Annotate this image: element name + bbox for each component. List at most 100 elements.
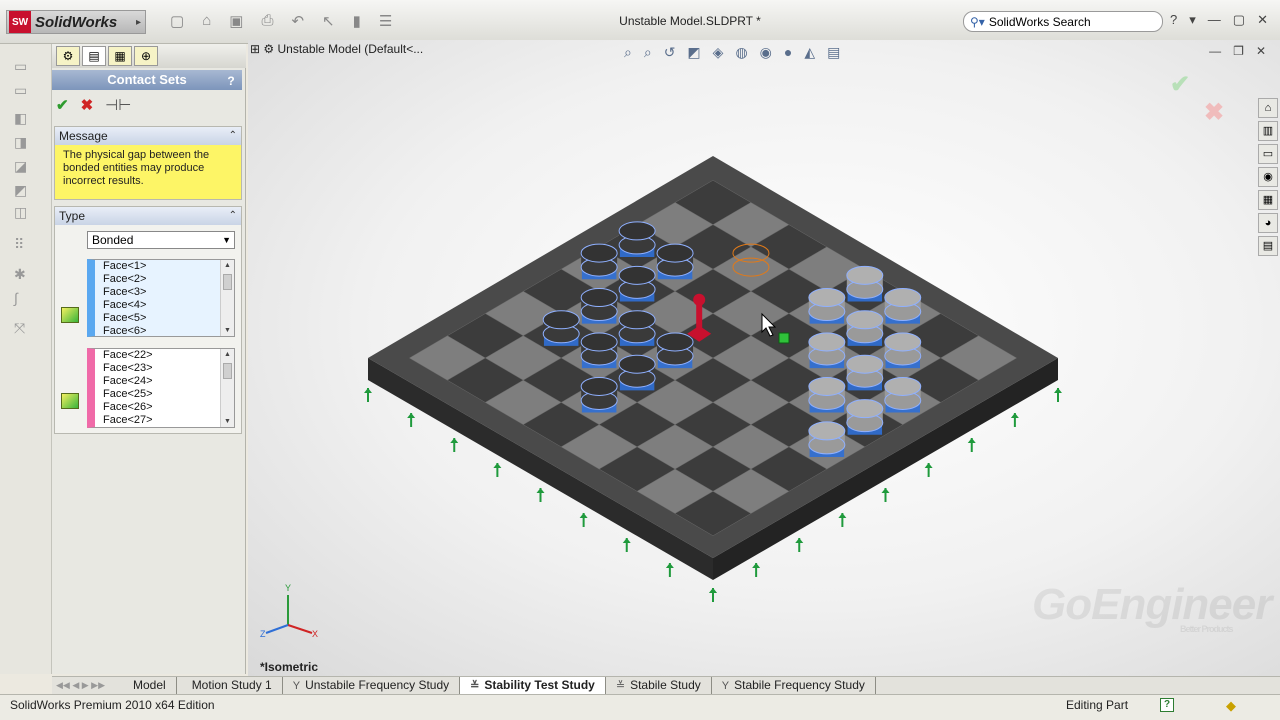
confirmation-ok-icon[interactable]: ✔ <box>1170 70 1190 99</box>
dimxpert-manager-tab[interactable]: ⊕ <box>134 46 158 66</box>
collapse-icon[interactable]: ⌃ <box>229 127 237 145</box>
solidworks-menu-button[interactable]: SW SolidWorks ▸ <box>6 10 146 34</box>
new-document-icon[interactable]: ▢ <box>170 12 184 30</box>
tab-scroll-arrows[interactable]: ◀◀ ◀ ▶ ▶▶ <box>52 677 118 694</box>
tab-stabile-frequency-study[interactable]: Y Stabile Frequency Study <box>712 677 876 694</box>
tab-label: Stabile Study <box>630 678 701 692</box>
section-view-icon[interactable]: ◩ <box>687 44 700 61</box>
tab-stabile-study[interactable]: ≚ Stabile Study <box>606 677 712 694</box>
ok-button[interactable]: ✔ <box>56 96 69 114</box>
list-item[interactable]: Face<22> <box>95 349 234 362</box>
zoom-to-fit-icon[interactable]: ⌕ <box>624 44 632 61</box>
configuration-manager-tab[interactable]: ▦ <box>108 46 132 66</box>
sketch-tool-icon[interactable]: ▭ <box>14 58 40 78</box>
list-item[interactable]: Face<3> <box>95 286 234 299</box>
feature-manager-tab[interactable]: ⚙ <box>56 46 80 66</box>
save-icon[interactable]: ▣ <box>229 12 243 30</box>
custom-properties-icon[interactable]: ▤ <box>1258 236 1278 256</box>
message-group-header[interactable]: Message ⌃ <box>55 127 241 145</box>
previous-view-icon[interactable]: ↺ <box>664 44 676 61</box>
contact-type-select[interactable]: Bonded ▼ <box>87 231 235 249</box>
type-group-header[interactable]: Type ⌃ <box>55 207 241 225</box>
list-scrollbar[interactable]: ▲ ▼ <box>220 349 234 427</box>
open-document-icon[interactable]: ⌂ <box>202 12 211 30</box>
scroll-thumb[interactable] <box>223 363 232 379</box>
checker-piece-top <box>808 332 846 352</box>
list-item[interactable]: Face<23> <box>95 362 234 375</box>
set1-faces-list[interactable]: Face<1> Face<2> Face<3> Face<4> Face<5> … <box>87 259 235 337</box>
quick-tips-icon[interactable]: ? <box>1160 698 1174 712</box>
list-item[interactable]: Face<24> <box>95 375 234 388</box>
fillet-icon[interactable]: ◪ <box>14 158 40 178</box>
zoom-to-area-icon[interactable]: ⌕ <box>644 44 652 61</box>
reference-geometry-icon[interactable]: ✱ <box>14 266 40 286</box>
file-explorer-icon[interactable]: ▭ <box>1258 144 1278 164</box>
watermark-subtext: Better Products <box>1180 624 1234 634</box>
flyout-feature-tree[interactable]: ⊞ ⚙ Unstable Model (Default<... <box>250 42 423 56</box>
select-icon[interactable]: ↖ <box>322 12 335 30</box>
collapse-icon[interactable]: ⌃ <box>229 207 237 225</box>
sketch-tool-2-icon[interactable]: ▭ <box>14 82 40 102</box>
cancel-button[interactable]: ✖ <box>81 96 94 114</box>
list-item[interactable]: Face<2> <box>95 273 234 286</box>
view-palette-icon[interactable]: ▦ <box>1258 190 1278 210</box>
list-item[interactable]: Face<4> <box>95 299 234 312</box>
tab-model[interactable]: Model <box>118 677 177 694</box>
revolve-icon[interactable]: ◨ <box>14 134 40 154</box>
curves-icon[interactable]: ∫ <box>14 290 40 310</box>
help-dropdown-icon[interactable]: ▾ <box>1189 12 1196 28</box>
view-settings-icon[interactable]: ▤ <box>827 44 840 61</box>
help-icon[interactable]: ? <box>1170 12 1177 28</box>
appearances-icon[interactable]: ◕ <box>1258 213 1278 233</box>
viewport-restore-icon[interactable]: ❐ <box>1233 44 1244 58</box>
confirmation-cancel-icon[interactable]: ✖ <box>1204 98 1224 127</box>
list-scrollbar[interactable]: ▲ ▼ <box>220 260 234 336</box>
home-icon[interactable]: ⌂ <box>1258 98 1278 118</box>
message-group-title: Message <box>59 129 108 143</box>
display-style-icon[interactable]: ◍ <box>735 44 747 61</box>
frequency-study-icon: Y <box>721 680 730 692</box>
hide-show-icon[interactable]: ◉ <box>760 44 772 61</box>
pattern-icon[interactable]: ⠿ <box>14 236 40 256</box>
rebuild-icon[interactable]: ▮ <box>353 12 361 30</box>
list-item[interactable]: Face<1> <box>95 260 234 273</box>
close-icon[interactable]: ✕ <box>1257 12 1268 28</box>
search-icon: ⚲▾ <box>970 14 985 29</box>
search-results-icon[interactable]: ◉ <box>1258 167 1278 187</box>
scroll-up-icon[interactable]: ▲ <box>224 351 231 358</box>
set2-faces-list[interactable]: Face<22> Face<23> Face<24> Face<25> Face… <box>87 348 235 428</box>
scroll-thumb[interactable] <box>223 274 232 290</box>
list-item[interactable]: Face<5> <box>95 312 234 325</box>
help-button[interactable]: ? <box>224 71 238 88</box>
list-item[interactable]: Face<26> <box>95 401 234 414</box>
scroll-down-icon[interactable]: ▼ <box>224 327 231 334</box>
list-item[interactable]: Face<27> <box>95 414 234 427</box>
instant3d-icon[interactable]: ⤧ <box>14 320 40 340</box>
property-manager-tab[interactable]: ▤ <box>82 46 106 66</box>
list-item[interactable]: Face<25> <box>95 388 234 401</box>
tab-motion-study[interactable]: Motion Study 1 <box>177 677 283 694</box>
scroll-down-icon[interactable]: ▼ <box>224 418 231 425</box>
view-orientation-icon[interactable]: ◈ <box>713 44 724 61</box>
minimize-icon[interactable]: — <box>1208 12 1221 28</box>
viewport-minimize-icon[interactable]: — <box>1209 44 1221 58</box>
tab-stability-test-study[interactable]: ≚ Stability Test Study <box>460 677 606 694</box>
chamfer-icon[interactable]: ◩ <box>14 182 40 202</box>
print-icon[interactable]: ⎙ <box>261 12 273 30</box>
list-item[interactable]: Face<6> <box>95 325 234 336</box>
shell-icon[interactable]: ◫ <box>14 204 40 224</box>
tab-unstabile-frequency-study[interactable]: Y Unstabile Frequency Study <box>283 677 461 694</box>
extrude-icon[interactable]: ◧ <box>14 110 40 130</box>
graphics-area[interactable]: Y X Z ⊞ ⚙ Unstable Model (Default<... ⌕ ⌕ … <box>248 40 1280 676</box>
maximize-icon[interactable]: ▢ <box>1233 12 1245 28</box>
appearance-icon[interactable]: ● <box>784 44 792 61</box>
pin-icon[interactable]: ⊣⊢ <box>105 96 131 114</box>
search-input[interactable]: ⚲▾ SolidWorks Search <box>963 11 1163 32</box>
design-library-icon[interactable]: ▥ <box>1258 121 1278 141</box>
undo-icon[interactable]: ↶ <box>291 12 304 30</box>
tag-icon[interactable]: ◆ <box>1226 698 1236 714</box>
options-icon[interactable]: ☰ <box>379 12 392 30</box>
scene-icon[interactable]: ◭ <box>804 44 815 61</box>
scroll-up-icon[interactable]: ▲ <box>224 262 231 269</box>
viewport-close-icon[interactable]: ✕ <box>1256 44 1266 58</box>
